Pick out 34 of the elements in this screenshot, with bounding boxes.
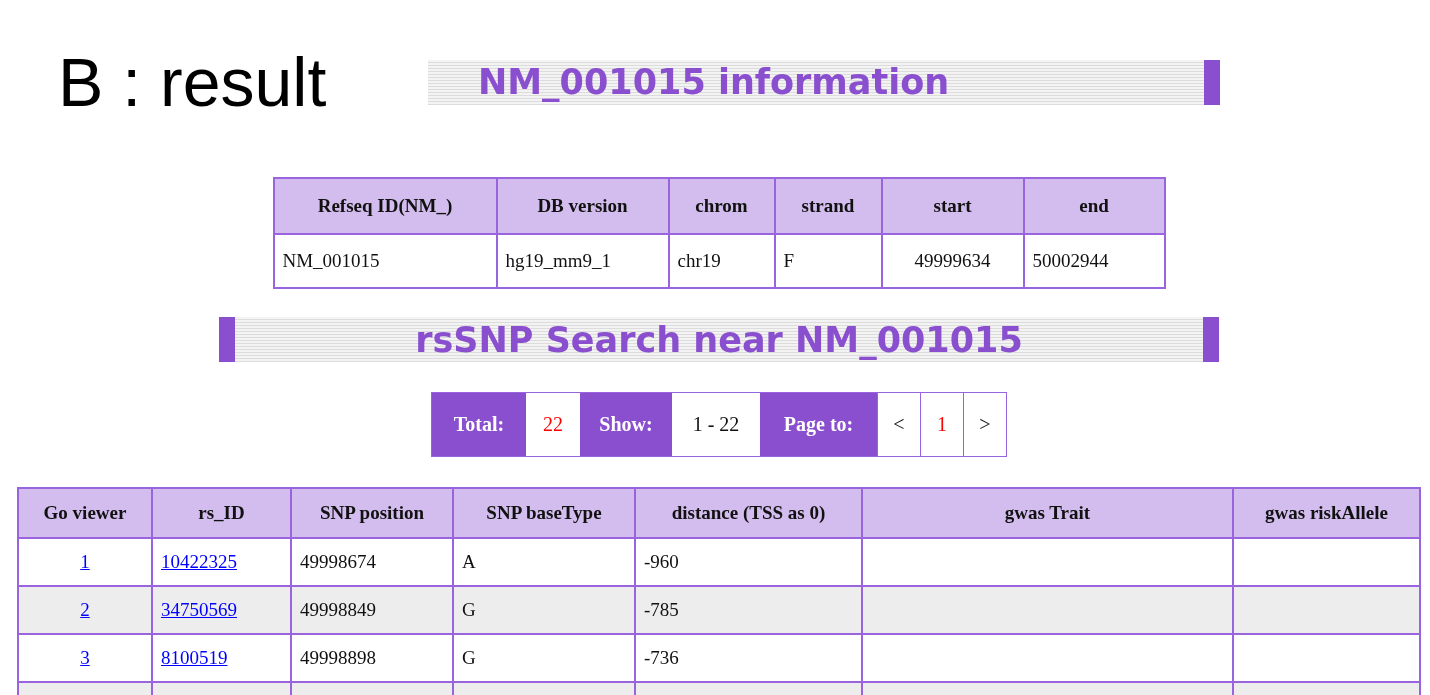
banner-title: NM_001015 information	[477, 62, 951, 102]
column-header: DB version	[496, 178, 669, 234]
table-cell: chr19	[668, 234, 775, 288]
column-header: strand	[774, 178, 882, 234]
viewer-link[interactable]: 3	[80, 647, 90, 668]
column-header: gwas riskAllele	[1233, 488, 1420, 538]
banner-title: rsSNP Search near NM_001015	[414, 319, 1024, 360]
column-header: rs_ID	[152, 488, 291, 538]
column-header: chrom	[668, 178, 775, 234]
show-label: Show:	[580, 393, 672, 456]
column-header: SNP position	[291, 488, 453, 538]
table-cell: F	[774, 234, 882, 288]
table-cell: hg19_mm9_1	[496, 234, 669, 288]
total-label: Total:	[432, 393, 526, 456]
column-header: SNP baseType	[453, 488, 635, 538]
table-cell: NM_001015	[273, 234, 497, 288]
banner-marker	[1203, 317, 1219, 362]
column-header: gwas Trait	[862, 488, 1233, 538]
slide-title: B : result	[58, 48, 328, 116]
column-header: end	[1023, 178, 1165, 234]
table-cell: 49998849	[291, 586, 453, 634]
table-cell: 49999634	[881, 234, 1024, 288]
table-cell: 50002944	[1023, 234, 1165, 288]
viewer-link[interactable]: 1	[80, 551, 90, 572]
column-header: Refseq ID(NM_)	[273, 178, 497, 234]
viewer-link[interactable]: 2	[80, 599, 90, 620]
column-header: distance (TSS as 0)	[635, 488, 862, 538]
page-to-label: Page to:	[760, 393, 877, 456]
column-header: Go viewer	[18, 488, 152, 538]
table-cell: G	[453, 586, 635, 634]
column-header: start	[881, 178, 1024, 234]
banner-marker	[1204, 59, 1220, 105]
banner-marker	[219, 317, 235, 362]
table-cell: -785	[635, 586, 862, 634]
